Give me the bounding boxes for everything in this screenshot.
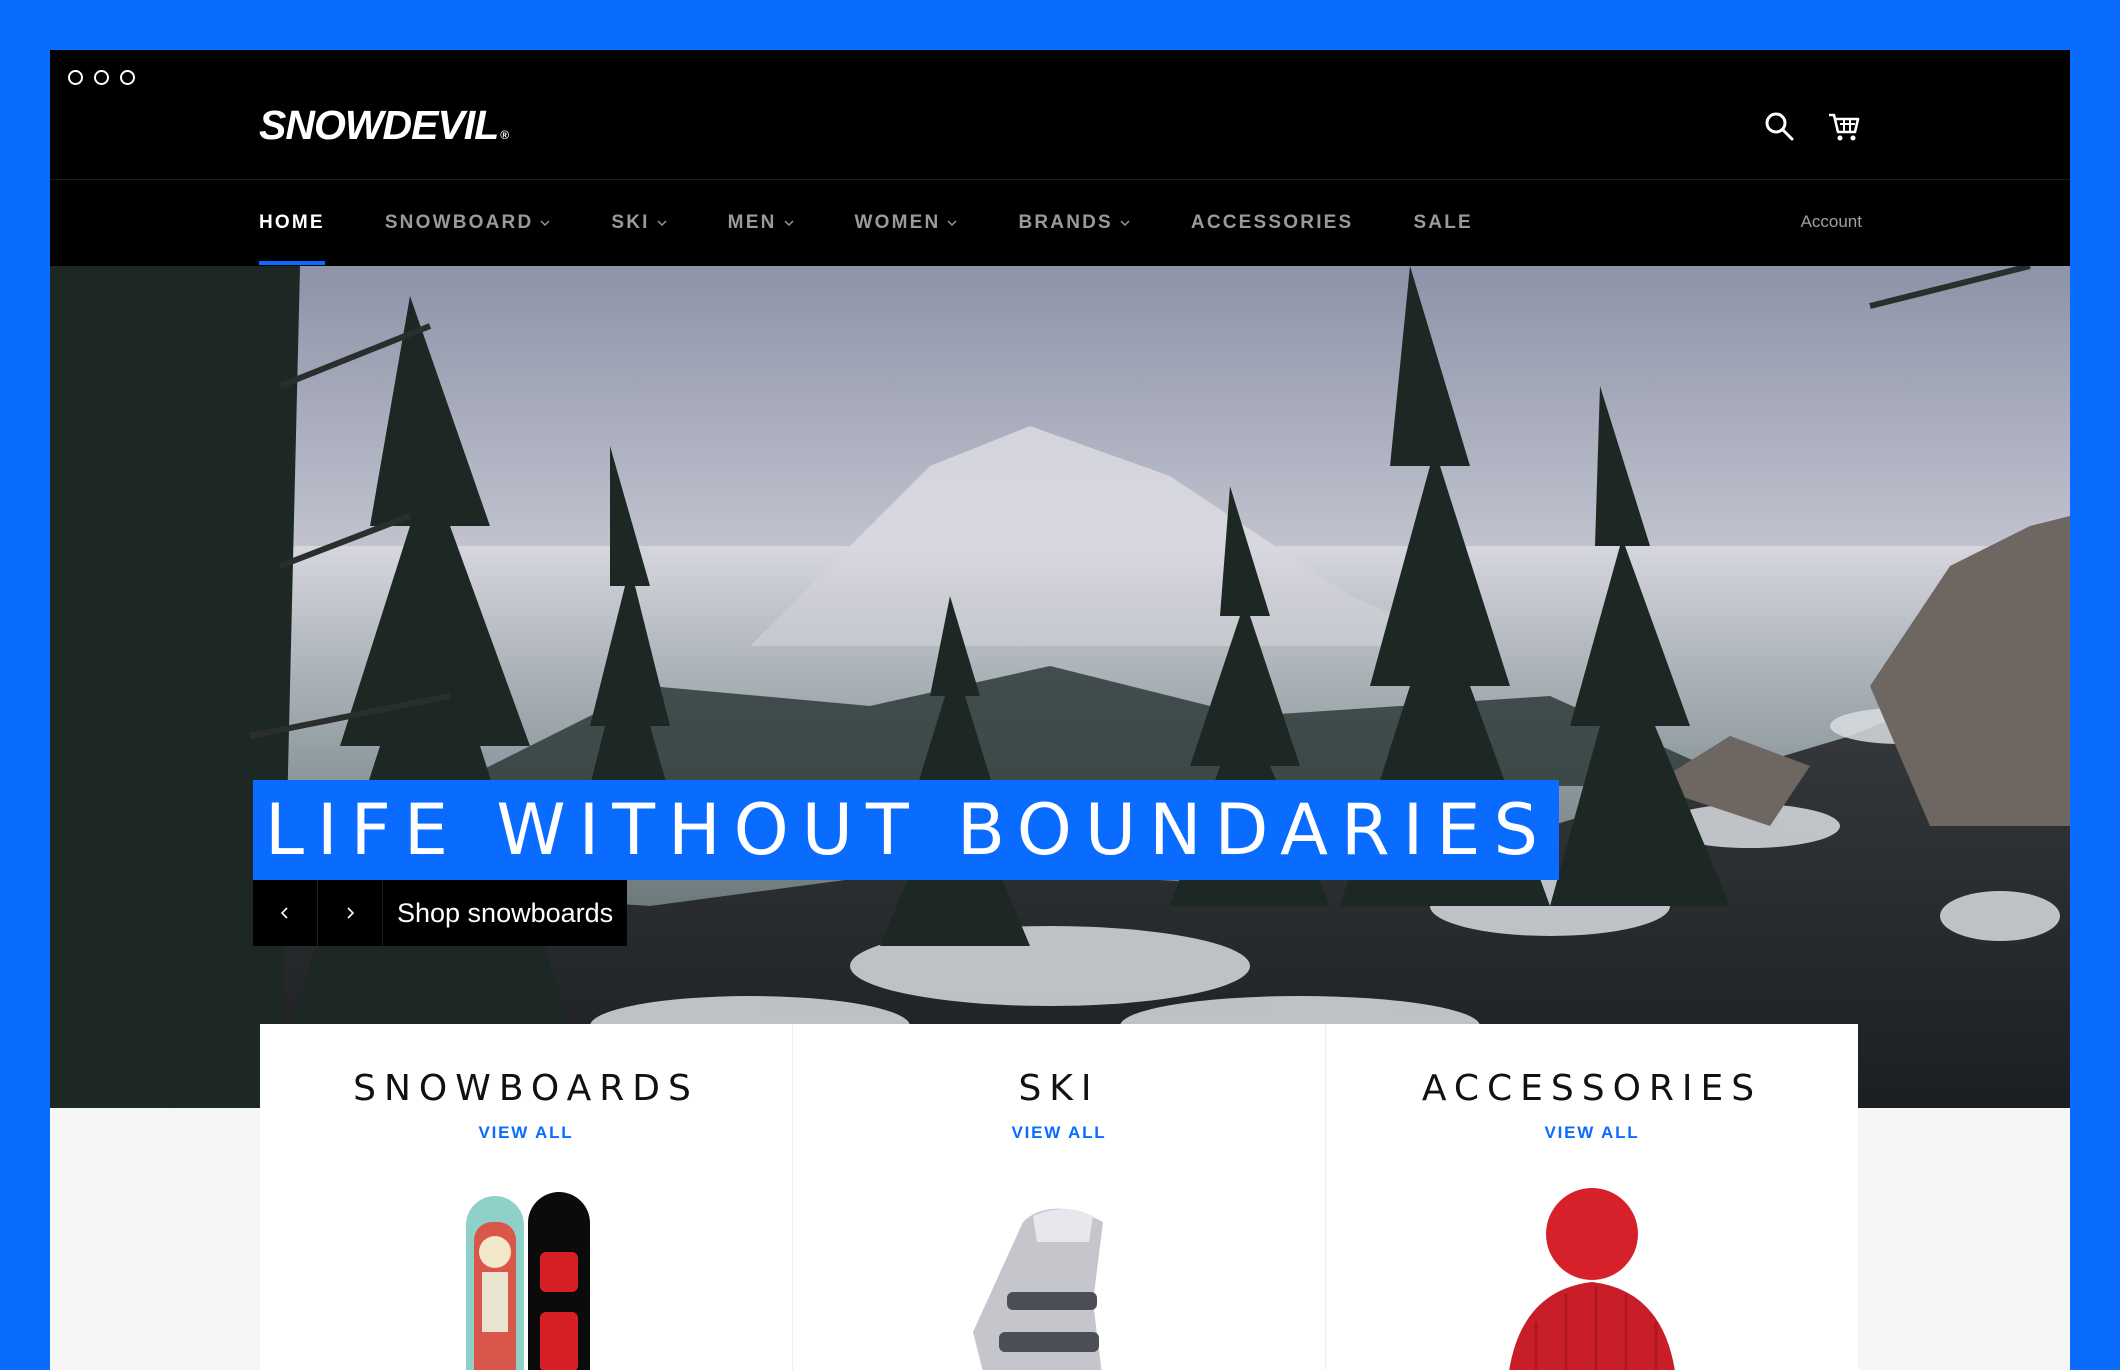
collection-title: ACCESSORIES <box>1421 1068 1763 1109</box>
red-beanie-image <box>1509 1188 1675 1370</box>
view-all-link[interactable]: VIEW ALL <box>1012 1123 1107 1143</box>
nav-label: SALE <box>1413 211 1473 233</box>
nav-label: BRANDS <box>1018 211 1113 233</box>
nav-item-sale[interactable]: SALE <box>1413 179 1472 266</box>
nav-item-ski[interactable]: SKI <box>611 179 667 266</box>
ski-boot-image <box>973 1208 1103 1370</box>
nav-item-men[interactable]: MEN <box>728 179 795 266</box>
snowboards-image <box>466 1192 590 1370</box>
nav-label: SNOWBOARD <box>384 211 534 233</box>
nav-item-home[interactable]: HOME <box>259 179 325 266</box>
slide-next-button[interactable] <box>318 880 383 946</box>
window-controls <box>68 70 135 85</box>
main-nav: HOME SNOWBOARD SKI MEN WOMEN BRANDS ACCE… <box>259 179 1533 266</box>
chevron-left-icon <box>280 907 288 919</box>
view-all-link[interactable]: VIEW ALL <box>1545 1123 1640 1143</box>
collection-card-snowboards[interactable]: SNOWBOARDS VIEW ALL <box>260 1024 793 1370</box>
chevron-down-icon <box>657 220 667 226</box>
account-link[interactable]: Account <box>1801 212 1862 232</box>
site-header: SNOWDEVIL ® HOME SNOWBOARD SKI MEN WOMEN… <box>50 50 2070 266</box>
search-icon[interactable] <box>1761 108 1797 144</box>
nav-label: HOME <box>259 211 325 233</box>
chevron-down-icon <box>784 220 793 226</box>
nav-label: ACCESSORIES <box>1190 211 1354 233</box>
slide-prev-button[interactable] <box>253 880 318 946</box>
nav-item-snowboard[interactable]: SNOWBOARD <box>385 179 552 266</box>
window-maximize-dot[interactable] <box>120 70 135 85</box>
nav-label: MEN <box>727 211 777 233</box>
browser-window: SNOWDEVIL ® HOME SNOWBOARD SKI MEN WOMEN… <box>50 50 2070 1370</box>
chevron-right-icon <box>347 907 355 919</box>
collection-title: SKI <box>1018 1068 1100 1109</box>
hero-controls: Shop snowboards <box>253 880 628 946</box>
window-minimize-dot[interactable] <box>94 70 109 85</box>
collection-card-ski[interactable]: SKI VIEW ALL <box>793 1024 1326 1370</box>
window-close-dot[interactable] <box>68 70 83 85</box>
chevron-down-icon <box>1120 220 1130 226</box>
chevron-down-icon <box>947 220 957 226</box>
collection-grid: SNOWBOARDS VIEW ALL SKI VIEW ALL ACCESSO… <box>260 1024 1858 1370</box>
chevron-down-icon <box>540 220 550 226</box>
view-all-link[interactable]: VIEW ALL <box>479 1123 574 1143</box>
nav-label: WOMEN <box>854 211 941 233</box>
shop-snowboards-button[interactable]: Shop snowboards <box>383 880 628 946</box>
hero-mountain-image <box>50 266 2070 1108</box>
hero-title: LIFE WITHOUT BOUNDARIES <box>253 780 1559 880</box>
logo-text: SNOWDEVIL <box>259 102 499 148</box>
cart-icon[interactable] <box>1826 108 1862 144</box>
logo-registered-mark: ® <box>500 128 510 142</box>
nav-item-brands[interactable]: BRANDS <box>1018 179 1130 266</box>
collection-title: SNOWBOARDS <box>353 1068 699 1109</box>
nav-item-accessories[interactable]: ACCESSORIES <box>1191 179 1354 266</box>
nav-item-women[interactable]: WOMEN <box>855 179 959 266</box>
collection-card-accessories[interactable]: ACCESSORIES VIEW ALL <box>1326 1024 1858 1370</box>
nav-label: SKI <box>611 211 650 233</box>
hero-slideshow: LIFE WITHOUT BOUNDARIES Shop snowboards <box>50 266 2070 1108</box>
site-logo[interactable]: SNOWDEVIL ® <box>259 102 509 149</box>
